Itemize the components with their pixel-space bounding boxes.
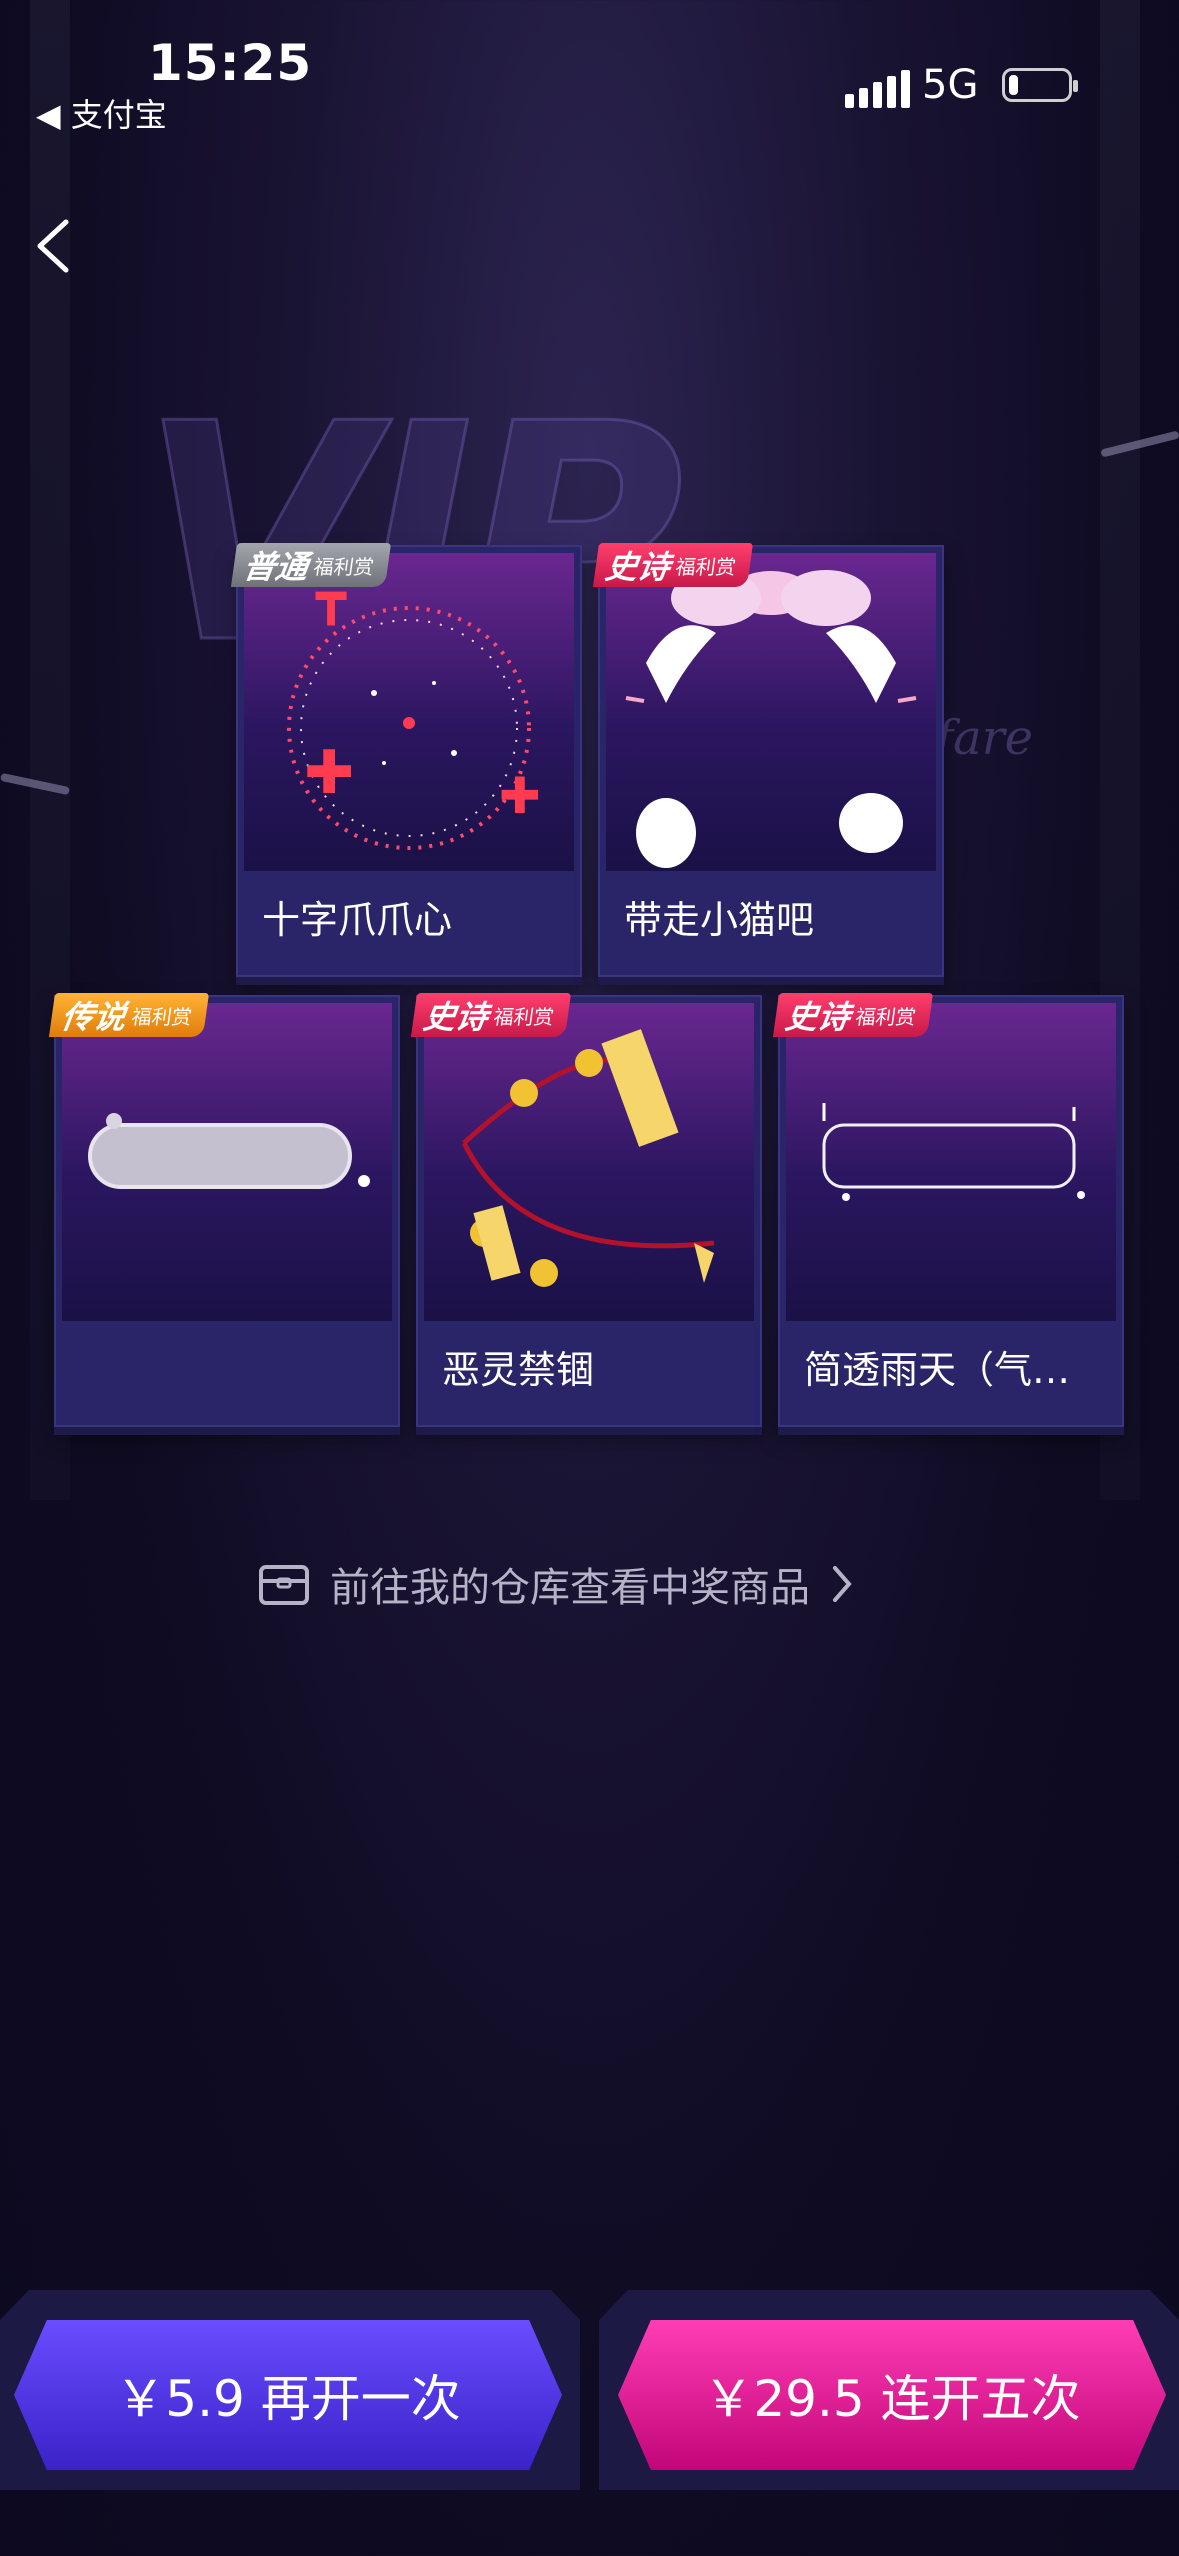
svg-text:✚: ✚ [499,767,541,825]
prize-image-evil-spirit [424,1003,754,1321]
warehouse-link[interactable]: 前往我的仓库查看中奖商品 [258,1555,854,1613]
status-bar: 15:25 ◀ 支付宝 5G [0,0,1179,150]
box-icon [259,1565,309,1605]
prize-image-rainy-day-bubble [786,1003,1116,1321]
badge-type-label: 福利赏 [674,554,738,579]
prize-name: 带走小猫吧 [624,898,815,942]
badge-rarity-label: 史诗 [783,998,853,1036]
svg-text:✚: ✚ [304,738,354,808]
prize-name: 十字爪爪心 [262,898,453,942]
network-type: 5G [922,62,979,108]
badge-rarity-label: 史诗 [421,998,491,1036]
rarity-badge: 传说 福利赏 [48,993,210,1037]
prize-image-cross-paw-heart: ✚ ✚ ┳ [244,553,574,871]
badge-rarity-label: 传说 [59,998,129,1036]
prize-card[interactable]: 传说 福利赏 [48,993,400,1427]
prize-card[interactable]: 史诗 福利赏 简透雨天（气… [772,993,1124,1427]
warehouse-link-text: 前往我的仓库查看中奖商品 [330,1565,810,1611]
badge-type-label: 福利赏 [312,554,376,579]
open-once-button[interactable]: ￥5.9 再开一次 [14,2320,562,2470]
prize-card[interactable]: 史诗 福利赏 带走小猫吧 [592,543,944,977]
back-arrow-icon[interactable] [30,210,90,280]
prize-name: 简透雨天（气… [804,1348,1071,1392]
prize-image-take-kitten [606,553,936,871]
prize-image-legend-bubble [62,1003,392,1321]
rarity-badge: 史诗 福利赏 [592,543,754,587]
rarity-badge: 普通 福利赏 [230,543,392,587]
rarity-badge: 史诗 福利赏 [772,993,934,1037]
prize-name: 恶灵禁锢 [442,1348,595,1392]
badge-type-label: 福利赏 [492,1004,556,1029]
prize-card[interactable]: ✚ ✚ ┳ 普通 福利赏 十字爪爪心 [230,543,582,977]
badge-type-label: 福利赏 [130,1004,194,1029]
back-to-app-link[interactable]: ◀ 支付宝 [36,90,167,136]
open-five-button[interactable]: ￥29.5 连开五次 [618,2320,1166,2470]
status-time: 15:25 [148,34,313,92]
badge-rarity-label: 普通 [241,548,311,586]
badge-type-label: 福利赏 [854,1004,918,1029]
signal-icon [845,66,910,108]
prize-card[interactable]: 史诗 福利赏 恶灵禁锢 [410,993,762,1427]
rarity-badge: 史诗 福利赏 [410,993,572,1037]
badge-rarity-label: 史诗 [603,548,673,586]
chevron-right-icon [833,1566,852,1602]
battery-icon [1002,68,1078,102]
